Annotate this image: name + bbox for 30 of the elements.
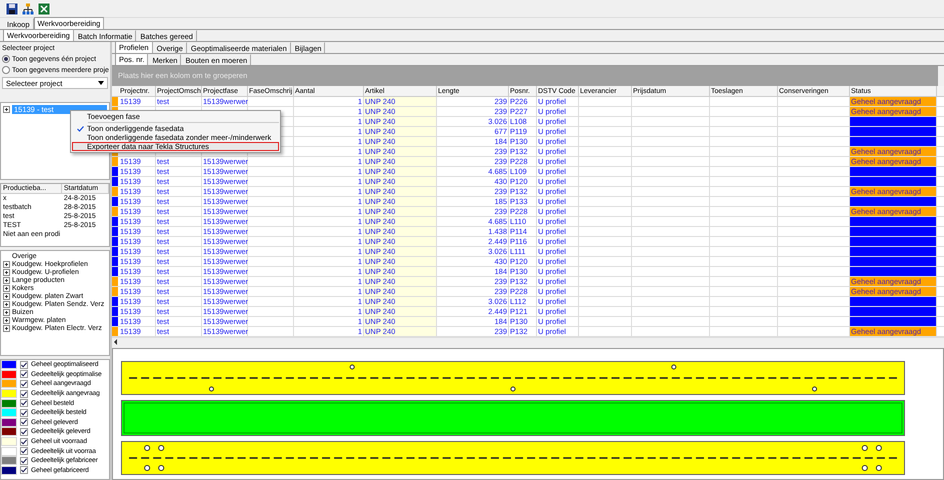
spreadsheet-icon[interactable] <box>38 2 50 14</box>
caret-icon <box>98 81 104 85</box>
checkbox[interactable] <box>20 418 28 426</box>
scroll-left-icon[interactable] <box>112 338 120 346</box>
expand-icon[interactable] <box>3 285 10 292</box>
expand-icon[interactable] <box>3 106 10 113</box>
checkbox[interactable] <box>20 360 28 369</box>
expand-icon[interactable] <box>3 269 10 276</box>
check-icon <box>76 126 84 132</box>
checkbox[interactable] <box>20 370 28 378</box>
checkbox[interactable] <box>20 390 28 398</box>
save-icon[interactable] <box>6 2 18 14</box>
expand-icon[interactable] <box>3 277 10 284</box>
expand-icon[interactable] <box>3 301 10 308</box>
expand-icon[interactable] <box>3 325 10 332</box>
expand-icon[interactable] <box>3 293 10 300</box>
checkbox[interactable] <box>20 466 28 474</box>
checkbox[interactable] <box>20 380 28 388</box>
checkbox[interactable] <box>20 456 28 465</box>
checkbox[interactable] <box>20 438 28 446</box>
checkbox[interactable] <box>20 399 28 408</box>
expand-icon[interactable] <box>3 309 10 316</box>
expand-icon[interactable] <box>3 317 10 324</box>
hierarchy-icon[interactable] <box>22 2 34 14</box>
radio-button[interactable] <box>2 55 10 63</box>
checkbox[interactable] <box>20 447 28 456</box>
checkbox[interactable] <box>20 428 28 436</box>
radio-button[interactable] <box>2 66 10 74</box>
checkbox[interactable] <box>20 408 28 417</box>
expand-icon[interactable] <box>3 261 10 268</box>
